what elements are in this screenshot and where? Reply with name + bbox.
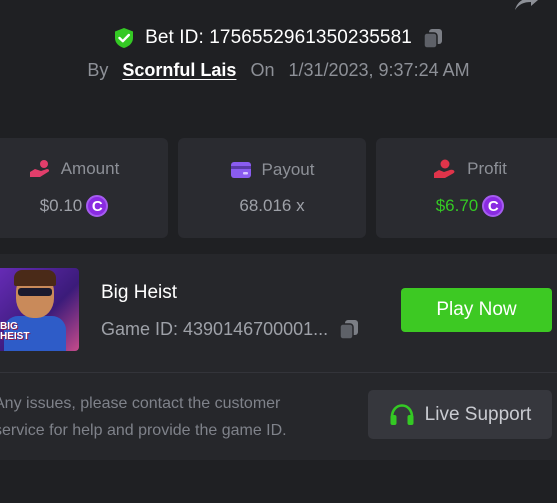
profit-card: Profit $6.70 C [376, 138, 557, 238]
copy-bet-id-icon[interactable] [422, 27, 444, 49]
coin-icon: C [86, 195, 109, 217]
profit-value: $6.70 [435, 196, 479, 215]
bet-header: Bet ID: 1756552961350235581 By Scornful … [0, 22, 557, 81]
coin-icon: C [482, 195, 505, 217]
amount-card: Amount $0.10 C [0, 138, 168, 238]
game-id-row: Game ID: 4390146700001... [101, 318, 360, 340]
profit-label: Profit [467, 159, 507, 178]
payout-value: 68.016 x [239, 196, 305, 215]
play-now-button[interactable]: Play Now [401, 288, 552, 332]
support-notice: Any issues, please contact the customer … [0, 395, 287, 439]
by-label: By [87, 60, 109, 80]
game-panel: BIG HEIST Big Heist Game ID: 43901467000… [0, 254, 557, 460]
thumbnail-logo: BIG HEIST [0, 321, 30, 342]
amount-value: $0.10 [39, 196, 83, 215]
headset-icon [390, 403, 414, 425]
payout-label: Payout [261, 160, 315, 179]
share-icon[interactable] [511, 0, 539, 12]
bettor-row: By Scornful Lais On 1/31/2023, 9:37:24 A… [0, 60, 557, 81]
live-support-button[interactable]: Live Support [368, 390, 552, 439]
copy-game-id-icon[interactable] [338, 318, 360, 340]
on-label: On [250, 60, 275, 80]
payout-card: Payout 68.016 x [178, 138, 366, 238]
game-id: Game ID: 4390146700001... [101, 318, 329, 339]
bet-datetime: 1/31/2023, 9:37:24 AM [288, 60, 470, 80]
verified-shield-icon [115, 28, 134, 48]
bet-id-row: Bet ID: 1756552961350235581 [0, 22, 557, 54]
wallet-card-icon [230, 162, 251, 178]
bet-stats: Amount $0.10 C Payout 68.016 x Profit $6… [0, 138, 557, 238]
amount-label: Amount [60, 159, 120, 178]
live-support-label: Live Support [424, 403, 532, 425]
bet-id: Bet ID: 1756552961350235581 [145, 27, 412, 48]
game-thumbnail[interactable]: BIG HEIST [0, 268, 79, 351]
hand-coin-icon [29, 160, 49, 177]
game-name: Big Heist [101, 282, 178, 303]
hand-money-icon [434, 159, 455, 178]
username-link[interactable]: Scornful Lais [122, 60, 236, 81]
divider [0, 372, 557, 373]
